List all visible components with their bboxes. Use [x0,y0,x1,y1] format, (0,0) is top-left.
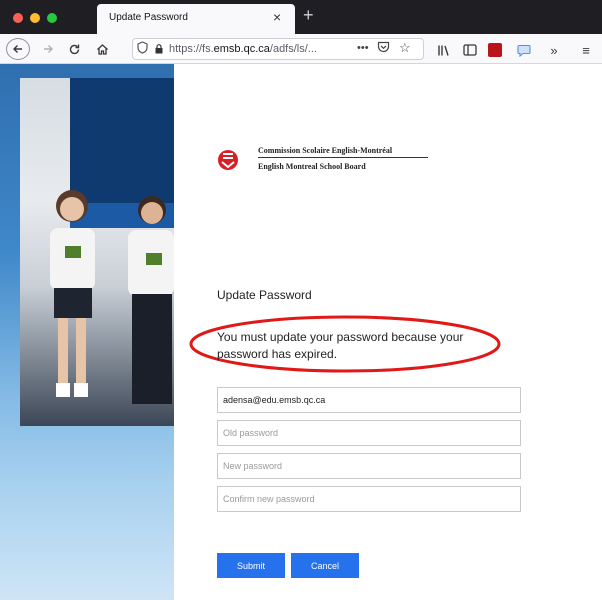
organization-divider [258,157,428,158]
emsb-logo-icon [218,150,238,170]
page-content: Commission Scolaire English-Montréal Eng… [0,64,602,600]
tab-close-icon[interactable]: × [273,9,281,25]
window-close-button[interactable] [13,13,23,23]
page-title: Update Password [217,288,312,302]
old-password-input[interactable] [217,420,521,446]
confirm-new-password-input[interactable] [217,486,521,512]
navigation-toolbar: https://fs.emsb.qc.ca/adfs/ls/... ••• ☆ … [0,34,602,64]
illustration-photo [20,78,174,426]
overflow-chevron-icon[interactable]: » [546,42,562,58]
reload-icon[interactable] [64,38,84,60]
url-text[interactable]: https://fs.emsb.qc.ca/adfs/ls/... [169,43,351,55]
submit-button[interactable]: Submit [217,553,285,578]
new-tab-icon[interactable]: + [303,5,314,25]
url-prefix: https://fs. [169,43,214,55]
sidebar-icon[interactable] [462,42,478,58]
chat-extension-icon[interactable] [516,42,532,58]
window-minimize-button[interactable] [30,13,40,23]
url-bar[interactable]: https://fs.emsb.qc.ca/adfs/ls/... ••• ☆ [132,38,424,60]
page-actions-more-icon[interactable]: ••• [357,42,369,54]
pocket-icon[interactable] [377,41,390,56]
organization-name-en: English Montreal School Board [258,162,366,171]
tab-title: Update Password [109,12,188,23]
tracking-protection-shield-icon[interactable] [137,41,148,57]
home-icon[interactable] [92,38,112,60]
library-icon[interactable] [436,42,452,58]
pdf-extension-icon[interactable] [488,43,502,57]
back-arrow-icon[interactable] [6,38,30,60]
password-form-panel: Commission Scolaire English-Montréal Eng… [174,64,602,600]
login-illustration [0,64,174,600]
browser-tab-update-password[interactable]: Update Password × [97,4,295,34]
organization-name-fr: Commission Scolaire English-Montréal [258,146,393,155]
password-expired-message: You must update your password because yo… [217,330,464,361]
padlock-icon[interactable] [155,44,163,54]
browser-title-bar: Update Password × + [0,0,602,34]
url-domain: emsb.qc.ca [213,43,270,55]
window-maximize-button[interactable] [47,13,57,23]
url-suffix: /adfs/ls/... [269,43,317,55]
hamburger-menu-icon[interactable]: ≡ [578,42,594,58]
email-field[interactable] [217,387,521,413]
new-password-input[interactable] [217,453,521,479]
bookmark-star-icon[interactable]: ☆ [399,40,411,56]
cancel-button[interactable]: Cancel [291,553,359,578]
forward-arrow-icon[interactable] [38,38,58,60]
